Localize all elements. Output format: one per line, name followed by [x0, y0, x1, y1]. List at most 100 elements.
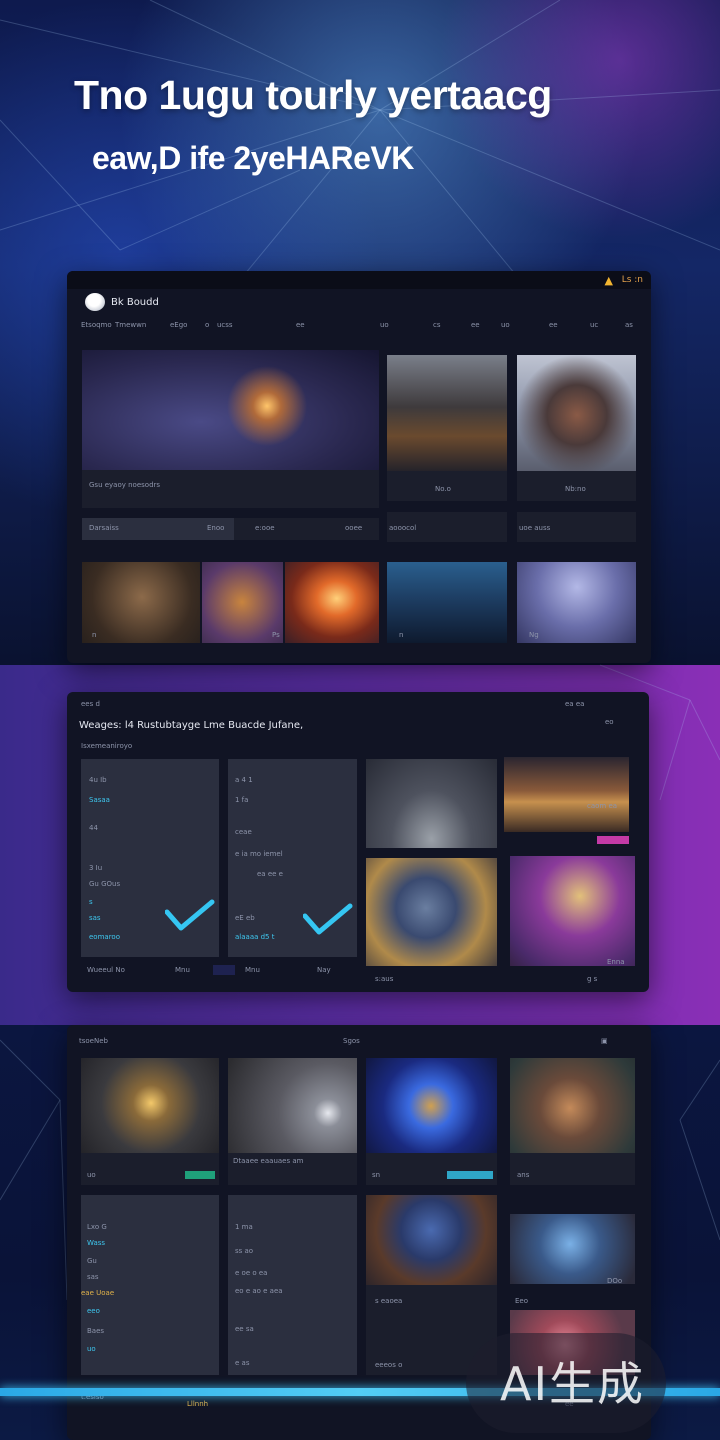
side-label-1: aooocol	[389, 524, 417, 532]
nav-item-11[interactable]: ee	[549, 321, 558, 329]
info2-row-1: 1 ma	[235, 1223, 253, 1231]
card4-caption-2: DOo	[607, 1277, 623, 1285]
gallery-caption-bar-3	[366, 1153, 497, 1185]
card4-caption-1: Eeo	[515, 1297, 529, 1305]
footer-item-2[interactable]: Mnu	[175, 966, 190, 974]
warning-label: Ls :n	[621, 275, 643, 285]
dashboard-panel-media: ▲ Ls :n Bk Boudd Etsoqmo Tmewwn eEgo o u…	[67, 271, 651, 663]
card1-row-7: sas	[89, 914, 101, 922]
hero-image[interactable]	[82, 350, 379, 470]
tile-image-1[interactable]	[387, 355, 507, 471]
check-icon	[165, 899, 215, 931]
warning-icon[interactable]: ▲	[605, 274, 613, 287]
grid-image-4[interactable]	[510, 856, 635, 966]
card2-row-3: ceae	[235, 828, 252, 836]
hero-caption-bar	[82, 470, 379, 508]
nav-item-5[interactable]: ucss	[217, 321, 233, 329]
card3-caption-2: eeeos o	[375, 1361, 403, 1369]
footer-item-4[interactable]: Nay	[317, 966, 331, 974]
info-card-1[interactable]	[81, 1195, 219, 1375]
grid-highlight-bar	[597, 836, 629, 844]
nav-item-2[interactable]: Tmewwn	[115, 321, 146, 329]
top-small-2: eo	[605, 718, 614, 726]
card3-caption-1: s eaoea	[375, 1297, 403, 1305]
section-label: Darsaiss	[89, 524, 119, 532]
nav-item-12[interactable]: uc	[590, 321, 598, 329]
tile-image-2[interactable]	[517, 355, 636, 471]
check-icon	[303, 903, 353, 935]
footer-label-2: Lllnnh	[187, 1400, 209, 1408]
card2-row-7: alaaaa d5 t	[235, 933, 275, 941]
info2-row-3: e oe o ea	[235, 1269, 268, 1277]
gallery-image-1[interactable]	[81, 1058, 219, 1153]
footer-item-1[interactable]: Wueeul No	[87, 966, 125, 974]
tile-caption-2: Nb:no	[565, 485, 586, 493]
gallery-image-3[interactable]	[366, 1058, 497, 1153]
gallery-image-4[interactable]	[510, 1058, 635, 1153]
panel-title: Weages: l4 Rustubtayge Lme Buacde Jufane…	[79, 720, 304, 731]
strip-caption-1: n	[92, 631, 97, 639]
grid-bottom-1: s:aus	[375, 975, 394, 983]
card2-row-6: eE eb	[235, 914, 255, 922]
strip-image-1[interactable]	[82, 562, 200, 643]
info1-row-5: eae Uoae	[81, 1289, 115, 1297]
card2-row-5: ea ee e	[257, 870, 283, 878]
nav-item-10[interactable]: uo	[501, 321, 510, 329]
card1-row-6: s	[89, 898, 93, 906]
strip-image-4[interactable]	[387, 562, 507, 643]
section-meta-2: e:ooe	[255, 524, 275, 532]
nav-item-13[interactable]: as	[625, 321, 633, 329]
panel-left-label: tsoeNeb	[79, 1037, 108, 1045]
hero-caption: Gsu eyaoy noesodrs	[89, 481, 161, 489]
card2-row-1: a 4 1	[235, 776, 253, 784]
gallery-caption-3: sn	[372, 1171, 381, 1179]
grid-image-1[interactable]	[366, 759, 497, 848]
grid-image-3[interactable]	[366, 858, 497, 966]
section-meta-3: ooee	[345, 524, 363, 532]
gallery-progress-3	[447, 1171, 493, 1179]
section-meta-1: Enoo	[207, 524, 225, 532]
nav-item-9[interactable]: ee	[471, 321, 480, 329]
panel-center-label: Sgos	[343, 1037, 360, 1045]
watermark-text: AI生成	[500, 1357, 646, 1411]
brand-name: Bk Boudd	[111, 297, 159, 308]
nav-item-1[interactable]: Etsoqmo	[81, 321, 112, 329]
footer-toggle[interactable]	[213, 965, 235, 975]
nav-item-3[interactable]: eEgo	[170, 321, 187, 329]
footer-item-3[interactable]: Mnu	[245, 966, 260, 974]
strip-caption-3: n	[399, 631, 404, 639]
gallery-image-2[interactable]	[228, 1058, 357, 1153]
gallery-caption-1: uo	[87, 1171, 96, 1179]
gallery-caption-bar-1	[81, 1153, 219, 1185]
info1-row-6: eeo	[87, 1307, 100, 1315]
strip-caption-2: Ps	[272, 631, 280, 639]
info1-row-2: Wass	[87, 1239, 106, 1247]
top-small-1: ea ea	[565, 700, 585, 708]
avatar-icon[interactable]	[85, 293, 105, 311]
info2-row-4: eo e ao e aea	[235, 1287, 283, 1295]
info1-row-4: sas	[87, 1273, 99, 1281]
card1-row-3: 44	[89, 824, 98, 832]
nav-item-4[interactable]: o	[205, 321, 209, 329]
card1-row-8: eomaroo	[89, 933, 120, 941]
info-card-2[interactable]	[228, 1195, 357, 1375]
gallery-image-5[interactable]	[366, 1195, 497, 1285]
strip-image-2[interactable]	[202, 562, 283, 643]
grid-image-2[interactable]	[504, 757, 629, 832]
gallery-progress-1	[185, 1171, 215, 1179]
strip-image-3[interactable]	[285, 562, 379, 643]
nav-item-8[interactable]: cs	[433, 321, 441, 329]
info1-row-3: Gu	[87, 1257, 97, 1265]
card1-row-2: Sasaa	[89, 796, 110, 804]
gallery-image-6[interactable]	[510, 1214, 635, 1284]
nav-item-7[interactable]: uo	[380, 321, 389, 329]
grid-caption-1: caom ea	[587, 802, 618, 810]
panel-right-icon[interactable]: ▣	[601, 1037, 608, 1045]
gallery-caption-bar-4	[510, 1153, 635, 1185]
tile-caption-1: No.o	[435, 485, 451, 493]
nav-item-6[interactable]: ee	[296, 321, 305, 329]
side-label-2: uoe auss	[519, 524, 551, 532]
grid-caption-2: Enna	[607, 958, 625, 966]
card1-row-4: 3 Iu	[89, 864, 103, 872]
info1-row-7: Baes	[87, 1327, 105, 1335]
